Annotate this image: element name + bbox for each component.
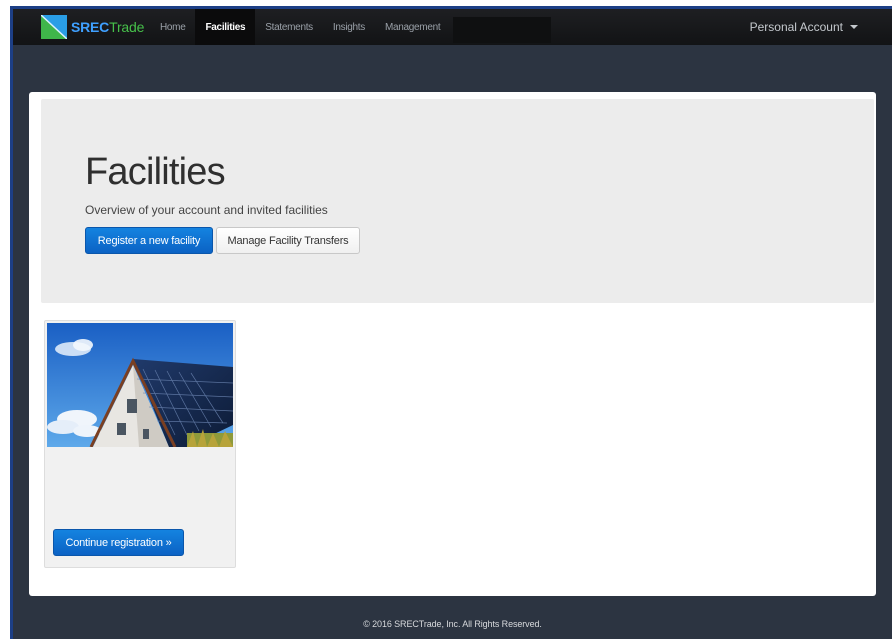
nav-spacer bbox=[453, 17, 551, 43]
page-header: Facilities Overview of your account and … bbox=[41, 99, 874, 303]
brand-logo[interactable]: SRECTrade bbox=[41, 15, 144, 39]
continue-registration-button[interactable]: Continue registration » bbox=[53, 529, 184, 556]
solar-house-image bbox=[47, 323, 233, 447]
nav-insights[interactable]: Insights bbox=[323, 9, 375, 45]
footer: © 2016 SRECTrade, Inc. All Rights Reserv… bbox=[13, 609, 892, 639]
top-navbar: SRECTrade Home Facilities Statements Ins… bbox=[13, 9, 892, 45]
page-subtitle: Overview of your account and invited fac… bbox=[85, 203, 328, 217]
account-dropdown[interactable]: Personal Account bbox=[750, 9, 858, 45]
account-label: Personal Account bbox=[749, 20, 843, 34]
brand-name: SRECTrade bbox=[71, 19, 145, 35]
page-title: Facilities bbox=[85, 151, 226, 193]
caret-down-icon bbox=[850, 25, 858, 29]
main-content: Facilities Overview of your account and … bbox=[29, 92, 876, 596]
main-nav: Home Facilities Statements Insights Mana… bbox=[150, 9, 450, 45]
nav-home[interactable]: Home bbox=[150, 9, 195, 45]
manage-transfers-button[interactable]: Manage Facility Transfers bbox=[216, 227, 360, 254]
footer-copyright: © 2016 SRECTrade, Inc. All Rights Reserv… bbox=[363, 619, 542, 629]
facility-card: Continue registration » bbox=[44, 320, 236, 568]
register-facility-button[interactable]: Register a new facility bbox=[85, 227, 213, 254]
nav-management[interactable]: Management bbox=[375, 9, 450, 45]
nav-statements[interactable]: Statements bbox=[255, 9, 323, 45]
browser-frame: SRECTrade Home Facilities Statements Ins… bbox=[10, 6, 892, 639]
nav-facilities[interactable]: Facilities bbox=[195, 9, 256, 45]
srectrade-logo-icon bbox=[41, 15, 67, 39]
